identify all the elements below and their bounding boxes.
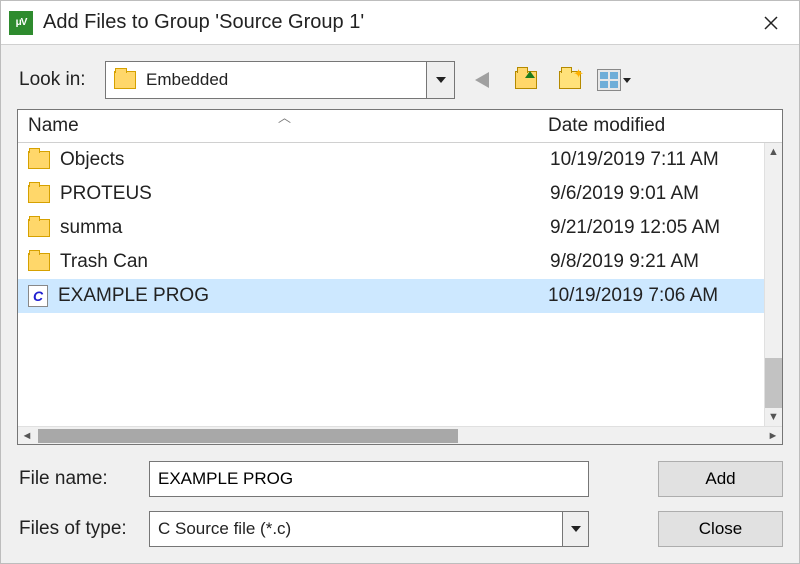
vertical-scrollbar[interactable]: ▲ ▼: [764, 143, 782, 426]
file-date: 9/8/2019 9:21 AM: [550, 251, 782, 273]
file-list-header[interactable]: ︿ Name Date modified: [18, 110, 782, 143]
folder-icon: [28, 185, 50, 203]
file-row[interactable]: PROTEUS9/6/2019 9:01 AM: [18, 177, 782, 211]
folder-icon: [28, 219, 50, 237]
file-name: Trash Can: [60, 251, 550, 273]
file-row[interactable]: Trash Can9/8/2019 9:21 AM: [18, 245, 782, 279]
file-row[interactable]: summa9/21/2019 12:05 AM: [18, 211, 782, 245]
window-title: Add Files to Group 'Source Group 1': [43, 11, 749, 34]
close-icon[interactable]: [749, 1, 793, 45]
add-button[interactable]: Add: [658, 461, 783, 497]
close-button[interactable]: Close: [658, 511, 783, 547]
file-list-body[interactable]: Objects10/19/2019 7:11 AMPROTEUS9/6/2019…: [18, 143, 782, 426]
dropdown-icon[interactable]: [426, 62, 454, 98]
form-area: File name: Add Files of type: C Source f…: [1, 451, 799, 563]
horizontal-scrollbar[interactable]: ◄ ►: [18, 426, 782, 444]
file-row[interactable]: Objects10/19/2019 7:11 AM: [18, 143, 782, 177]
title-bar: μV Add Files to Group 'Source Group 1': [1, 1, 799, 45]
view-grid-icon: [597, 69, 621, 91]
file-date: 10/19/2019 7:06 AM: [548, 285, 782, 307]
files-of-type-combo[interactable]: C Source file (*.c): [149, 511, 589, 547]
files-of-type-value: C Source file (*.c): [158, 519, 291, 539]
file-name: summa: [60, 217, 550, 239]
file-name: Objects: [60, 149, 550, 171]
file-date: 9/6/2019 9:01 AM: [550, 183, 782, 205]
folder-icon: [114, 71, 136, 89]
file-name-label: File name:: [19, 468, 149, 490]
file-name-input[interactable]: [149, 461, 589, 497]
arrow-left-icon: [475, 72, 489, 88]
file-row[interactable]: EXAMPLE PROG10/19/2019 7:06 AM: [18, 279, 782, 313]
scroll-down-icon[interactable]: ▼: [765, 408, 782, 426]
file-date: 10/19/2019 7:11 AM: [550, 149, 782, 171]
file-date: 9/21/2019 12:05 AM: [550, 217, 782, 239]
scrollbar-thumb[interactable]: [765, 358, 782, 408]
scroll-left-icon[interactable]: ◄: [18, 427, 36, 445]
files-of-type-label: Files of type:: [19, 518, 149, 540]
up-one-level-button[interactable]: [509, 63, 543, 97]
sort-indicator-icon: ︿: [278, 109, 291, 126]
view-menu-button[interactable]: [597, 63, 631, 97]
folder-icon: [28, 151, 50, 169]
dropdown-icon[interactable]: [562, 512, 588, 546]
back-button[interactable]: [465, 63, 499, 97]
up-folder-icon: [515, 71, 537, 89]
scroll-right-icon[interactable]: ►: [764, 427, 782, 445]
app-icon: μV: [9, 11, 33, 35]
look-in-value: Embedded: [146, 70, 228, 90]
chevron-down-icon: [623, 78, 631, 83]
c-file-icon: [28, 285, 48, 307]
file-list-pane: ︿ Name Date modified Objects10/19/2019 7…: [17, 109, 783, 445]
look-in-combo[interactable]: Embedded: [105, 61, 455, 99]
look-in-label: Look in:: [19, 69, 95, 91]
file-name: PROTEUS: [60, 183, 550, 205]
column-header-date[interactable]: Date modified: [548, 115, 782, 137]
add-files-dialog: μV Add Files to Group 'Source Group 1' L…: [0, 0, 800, 564]
new-folder-icon: ✦: [559, 71, 581, 89]
file-name: EXAMPLE PROG: [58, 285, 548, 307]
scroll-up-icon[interactable]: ▲: [765, 143, 782, 161]
new-folder-button[interactable]: ✦: [553, 63, 587, 97]
folder-icon: [28, 253, 50, 271]
scrollbar-thumb[interactable]: [38, 429, 458, 443]
look-in-row: Look in: Embedded ✦: [1, 45, 799, 109]
